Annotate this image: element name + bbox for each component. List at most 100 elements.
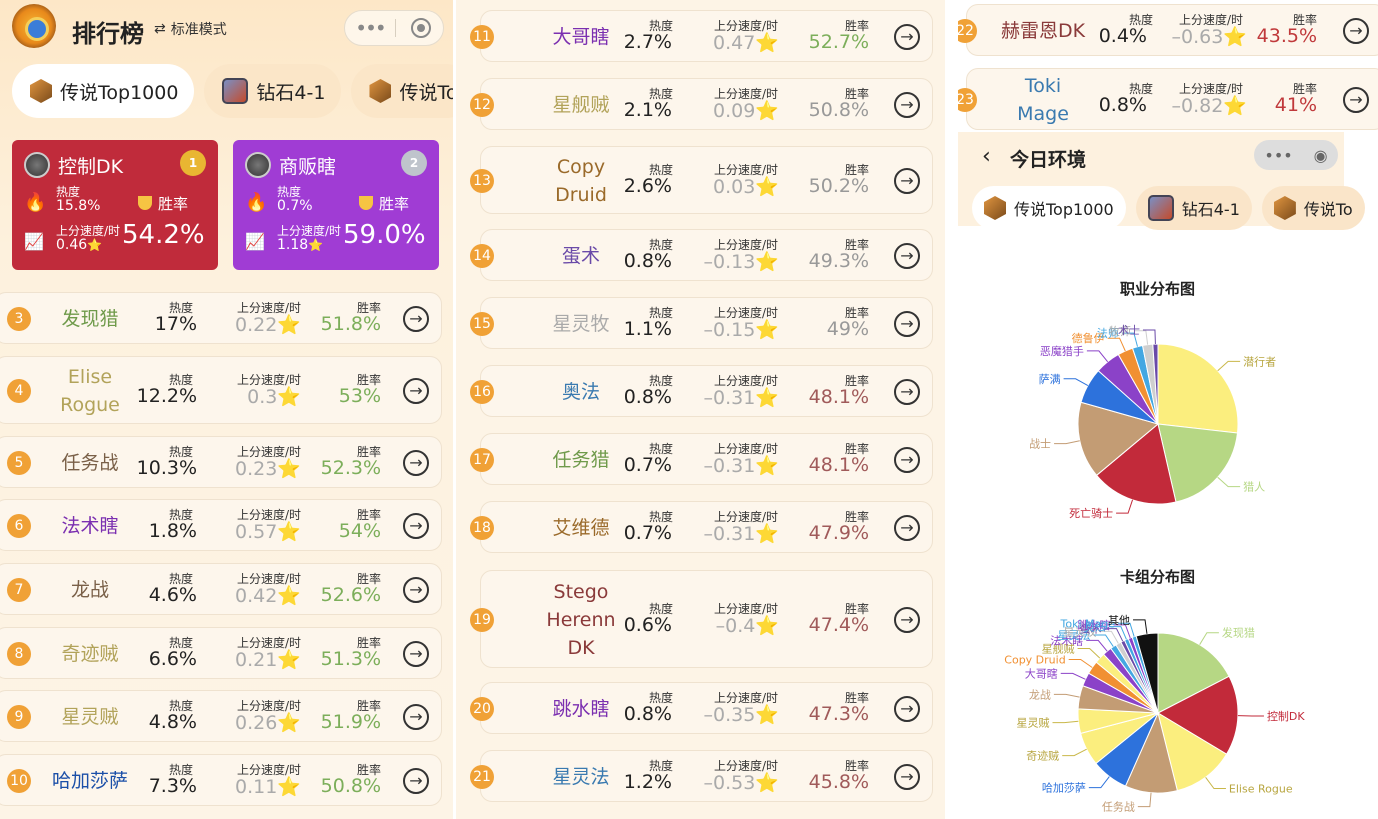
arrow-right-icon[interactable]: → [403,378,429,404]
rank-badge: 3 [7,307,31,331]
star-icon: ⭐ [277,386,301,408]
deck-row[interactable]: 22 赫雷恩DK 热度 0.4% 上分速度/时 –0.63⭐ 胜率 43.5% … [958,4,1378,56]
deck-row[interactable]: 3 发现猎 热度 17% 上分速度/时 0.22⭐ 胜率 51.8% → [0,292,442,344]
deck-row[interactable]: 11 大哥瞎 热度 2.7% 上分速度/时 0.47⭐ 胜率 52.7% → [470,10,933,62]
more-icon[interactable]: ••• [1264,146,1292,165]
speed-number: –0.82 [1171,95,1224,117]
tab-legend-top1000[interactable]: 传说Top1000 [12,64,195,118]
top-deck-card[interactable]: 商贩瞎 2 🔥 热度 0.7% 📈 上分速度/时 1.18⭐ 胜率 59.0% [233,140,439,270]
pie-label: 萨满 [1039,373,1061,386]
rank-tabs: 传说Top1000 钻石4-1 传说To [12,64,453,118]
pie-label: 大哥瞎 [1025,666,1058,680]
deck-row[interactable]: 7 龙战 热度 4.6% 上分速度/时 0.42⭐ 胜率 52.6% → [0,563,442,615]
env-tab-legend-more[interactable]: 传说To [1261,186,1365,230]
star-icon: ⭐ [277,776,301,798]
legend-hex-icon [1273,196,1296,220]
deck-row[interactable]: 16 奥法 热度 0.8% 上分速度/时 –0.31⭐ 胜率 48.1% → [470,365,933,417]
close-target-icon[interactable] [411,18,431,38]
heat-value: 4.6% [148,584,197,606]
arrow-right-icon[interactable]: → [894,311,920,337]
tab-label: 钻石4-1 [1181,200,1240,219]
arrow-right-icon[interactable]: → [403,768,429,794]
deck-row[interactable]: 20 跳水瞎 热度 0.8% 上分速度/时 –0.35⭐ 胜率 47.3% → [470,682,933,734]
close-target-icon[interactable]: ◉ [1314,146,1328,165]
deck-row[interactable]: 6 法术瞎 热度 1.8% 上分速度/时 0.57⭐ 胜率 54% → [0,499,442,551]
arrow-right-icon[interactable]: → [1343,87,1369,113]
more-icon[interactable]: ••• [345,16,395,40]
deck-row[interactable]: 17 任务猎 热度 0.7% 上分速度/时 –0.31⭐ 胜率 48.1% → [470,433,933,485]
arrow-right-icon[interactable]: → [894,92,920,118]
deck-row[interactable]: 19 Stego Herenn DK 热度 0.6% 上分速度/时 –0.4⭐ … [470,570,933,668]
speed-number: –0.15 [703,319,756,341]
arrow-right-icon[interactable]: → [403,306,429,332]
tab-label: 钻石4-1 [256,81,326,104]
speed-value: –0.15⭐ [704,318,779,341]
deck-row[interactable]: 8 奇迹贼 热度 6.6% 上分速度/时 0.21⭐ 胜率 51.3% → [0,627,442,679]
star-icon: ⭐ [755,704,779,726]
speed-value: 0.57⭐ [235,520,301,543]
top-deck-card[interactable]: 控制DK 1 🔥 热度 15.8% 📈 上分速度/时 0.46⭐ 胜率 54.2% [12,140,218,270]
arrow-right-icon[interactable]: → [403,513,429,539]
deck-name: 控制DK [58,156,124,178]
winrate-value: 53% [338,385,381,407]
speed-number: 0.26 [235,712,278,734]
deck-row[interactable]: 10 哈加莎萨 热度 7.3% 上分速度/时 0.11⭐ 胜率 50.8% → [0,754,442,806]
deck-row[interactable]: 12 星舰贼 热度 2.1% 上分速度/时 0.09⭐ 胜率 50.8% → [470,78,933,130]
heat-value: 4.8% [148,711,197,733]
heat-value: 2.1% [623,99,672,121]
speed-value: 0.22⭐ [235,313,301,336]
speed-number: 0.11 [235,776,278,798]
speed-number: –0.63 [1171,26,1224,48]
arrow-right-icon[interactable]: → [894,243,920,269]
speed-value: 0.3⭐ [247,385,301,408]
arrow-right-icon[interactable]: → [403,577,429,603]
winrate-value: 47.3% [808,703,869,725]
arrow-right-icon[interactable]: → [403,704,429,730]
arrow-right-icon[interactable]: → [403,641,429,667]
deck-row[interactable]: 21 星灵法 热度 1.2% 上分速度/时 –0.53⭐ 胜率 45.8% → [470,750,933,802]
star-icon: ⭐ [1223,26,1247,48]
deck-row[interactable]: 15 星灵牧 热度 1.1% 上分速度/时 –0.15⭐ 胜率 49% → [470,297,933,349]
arrow-right-icon[interactable]: → [894,24,920,50]
tab-diamond[interactable]: 钻石4-1 [204,64,342,118]
speed-value: –0.82⭐ [1172,94,1247,117]
speed-number: 0.23 [235,458,278,480]
deck-row[interactable]: 9 星灵贼 热度 4.8% 上分速度/时 0.26⭐ 胜率 51.9% → [0,690,442,742]
env-tab-legend[interactable]: 传说Top1000 [972,186,1126,230]
legend-hex-icon [369,79,392,103]
deck-row[interactable]: 14 蛋术 热度 0.8% 上分速度/时 –0.13⭐ 胜率 49.3% → [470,229,933,281]
speed-block: 上分速度/时 0.46⭐ [56,224,120,252]
pie-leader-line [1133,619,1148,634]
star-icon: ⭐ [755,251,779,273]
arrow-right-icon[interactable]: → [894,447,920,473]
deck-row[interactable]: 13 Copy Druid 热度 2.6% 上分速度/时 0.03⭐ 胜率 50… [470,146,933,214]
tab-legend-more[interactable]: 传说To [351,64,453,118]
arrow-right-icon[interactable]: → [894,379,920,405]
heat-label: 热度 [277,185,302,199]
deck-row[interactable]: 4 Elise Rogue 热度 12.2% 上分速度/时 0.3⭐ 胜率 53… [0,356,442,424]
arrow-right-icon[interactable]: → [403,450,429,476]
mode-switch[interactable]: ⇄ 标准模式 [154,19,227,39]
arrow-right-icon[interactable]: → [894,607,920,633]
arrow-right-icon[interactable]: → [894,515,920,541]
star-icon: ⭐ [277,712,301,734]
heat-value: 0.8% [1098,94,1147,116]
rank-badge: 22 [958,19,977,43]
winrate-label: 胜率 [138,193,188,214]
winrate-value: 51.8% [320,313,381,335]
arrow-right-icon[interactable]: → [894,168,920,194]
arrow-right-icon[interactable]: → [1343,18,1369,44]
growth-chart-icon: 📈 [24,232,44,251]
back-icon[interactable]: ‹ [982,144,991,169]
arrow-right-icon[interactable]: → [894,764,920,790]
deck-row[interactable]: 23 Toki Mage 热度 0.8% 上分速度/时 –0.82⭐ 胜率 41… [958,68,1378,130]
pie-leader-line [1077,647,1101,659]
arrow-right-icon[interactable]: → [894,696,920,722]
deck-row[interactable]: 18 艾维德 热度 0.7% 上分速度/时 –0.31⭐ 胜率 47.9% → [470,501,933,553]
winrate-value: 49.3% [808,250,869,272]
env-tab-diamond[interactable]: 钻石4-1 [1135,186,1252,230]
heat-value: 10.3% [136,457,197,479]
winrate-label-text: 胜率 [158,195,189,213]
pie-leader-line [1062,748,1087,757]
deck-row[interactable]: 5 任务战 热度 10.3% 上分速度/时 0.23⭐ 胜率 52.3% → [0,436,442,488]
